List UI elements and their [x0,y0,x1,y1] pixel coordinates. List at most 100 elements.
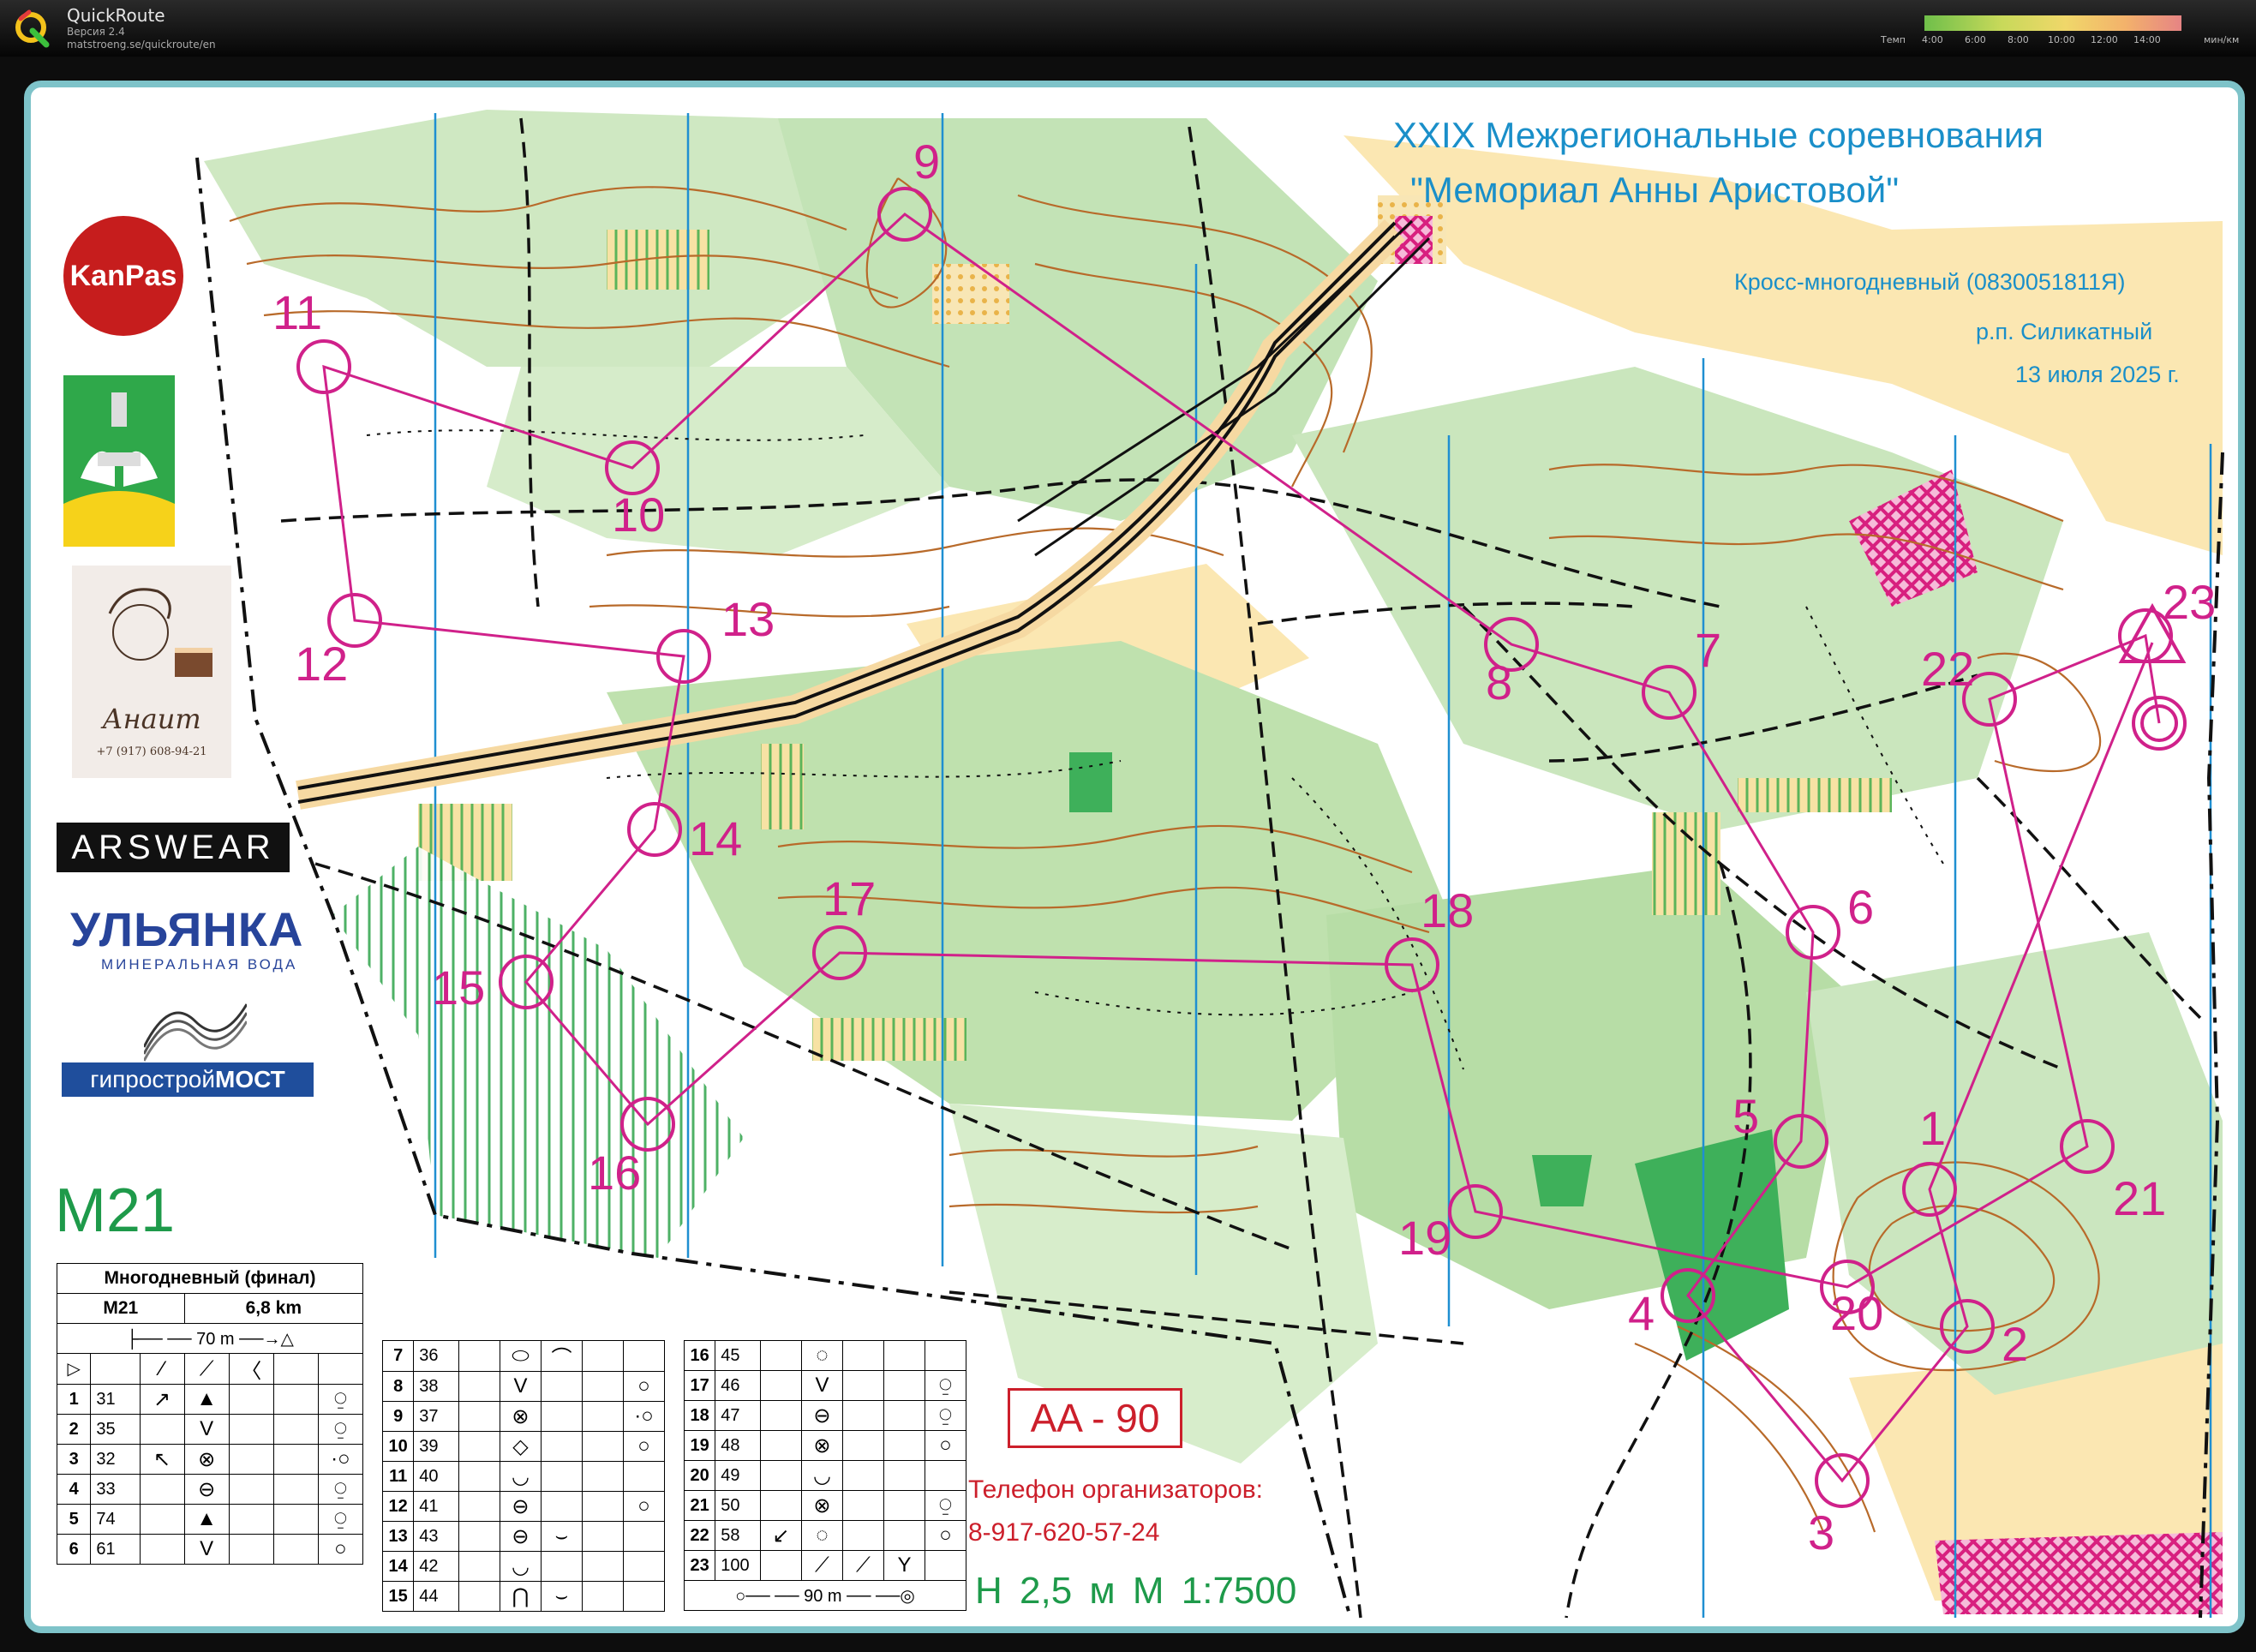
control-number-2: 2 [2002,1317,2028,1371]
path-symbol-icon: ⁄ [139,1353,185,1385]
control-number-15: 15 [432,961,485,1015]
control-symbol-icon [622,1340,666,1372]
control-number: 5 [56,1504,92,1535]
control-number-22: 22 [1921,642,1974,696]
control-symbol-icon: ⌣ [540,1521,583,1552]
control-row: 4 33 ⊖ ⍜ [56,1474,364,1505]
control-number: 7 [381,1340,415,1372]
control-symbol-icon: ○ [924,1430,967,1461]
control-code: 38 [413,1371,459,1402]
control-number-10: 10 [612,488,665,542]
control-description-table-2: 7 36 ⬭ ⌒ 8 38 V ○ 9 37 ⊗ ·○ 10 39 ◇ ○ 11 40 ◡ 12 41 ⊖ ○ 13 43 ⊖ ⌣ 1… [381,1340,666,1612]
pace-unit: мин/км [2204,34,2240,45]
control-rows-1: 1 31 ↗ ▲ ⍜ 2 35 V ⍜ 3 32 ↖ ⊗ ·○ 4 33 ⊖ ⍜ 5 74 ▲ ⍜ 6 61 V ○ [56,1384,364,1565]
control-symbol-icon [581,1371,624,1402]
control-symbol-icon [841,1400,884,1431]
orienteering-map[interactable]: 1 2 3 4 5 6 7 8 9 10 11 12 13 14 15 16 17 18 19 20 21 22 23 XX… [24,81,2245,1633]
control-symbol-icon [759,1550,802,1581]
control-symbol-icon [228,1384,274,1415]
control-row: 23 100 ⟋ ⟋ Y [683,1550,967,1581]
control-rows-2: 7 36 ⬭ ⌒ 8 38 V ○ 9 37 ⊗ ·○ 10 39 ◇ ○ 11 40 ◡ 12 41 ⊖ ○ 13 43 ⊖ ⌣ 1… [381,1340,666,1612]
control-symbol-icon: ↙ [759,1520,802,1551]
control-row: 1 31 ↗ ▲ ⍜ [56,1384,364,1415]
pace-tick: 6:00 [1965,34,1986,45]
control-symbol-icon: ⍜ [924,1370,967,1401]
control-symbol-icon [759,1490,802,1521]
control-symbol-icon: ⟋ [800,1550,843,1581]
control-symbol-icon: ▲ [183,1384,230,1415]
app-url: matstroeng.se/quickroute/en [67,39,216,51]
control-symbol-icon: ◡ [499,1461,542,1492]
control-symbol-icon [272,1414,319,1445]
control-symbol-icon [139,1414,185,1445]
control-number-9: 9 [913,135,940,189]
control-symbol-icon [139,1504,185,1535]
control-code: 40 [413,1461,459,1492]
control-number: 6 [56,1534,92,1565]
anait-phone: +7 (917) 608-94-21 [96,745,207,758]
control-symbol-icon [622,1461,666,1492]
bend-symbol-icon: ⟋ [183,1353,230,1385]
control-code: 58 [715,1520,761,1551]
control-code: 46 [715,1370,761,1401]
control-symbol-icon: ·○ [622,1401,666,1432]
control-symbol-icon [458,1581,500,1612]
control-symbol-icon [581,1340,624,1372]
control-symbol-icon: ⌒ [540,1340,583,1372]
control-number-3: 3 [1808,1505,1834,1559]
control-row: 6 61 V ○ [56,1534,364,1565]
control-row: 7 36 ⬭ ⌒ [381,1340,666,1372]
control-symbol-icon [622,1521,666,1552]
control-symbol-icon: ⍜ [317,1384,364,1415]
arswear-logo: ARSWEAR [57,823,290,872]
control-symbol-icon: ⬭ [499,1340,542,1372]
control-code: 74 [90,1504,141,1535]
control-number-6: 6 [1847,880,1874,934]
control-number: 8 [381,1371,415,1402]
control-code: 48 [715,1430,761,1461]
control-symbol-icon [924,1460,967,1491]
control-symbol-icon [458,1461,500,1492]
anait-logo: Анаит +7 (917) 608-94-21 [72,566,231,778]
event-title-line1: XXIX Межрегиональные соревнования [1393,115,2044,155]
control-symbol-icon: ◌ [800,1520,843,1551]
event-title-line2: "Мемориал Анны Аристовой" [1410,170,1900,210]
control-symbol-icon [924,1550,967,1581]
bridge-wave-icon [144,1003,247,1062]
control-number-11: 11 [272,285,322,339]
control-symbol-icon [759,1460,802,1491]
pace-tick: 4:00 [1922,34,1943,45]
control-symbol-icon [759,1370,802,1401]
control-symbol-icon: ⍜ [924,1400,967,1431]
control-symbol-icon [272,1534,319,1565]
control-symbol-icon: ⋂ [499,1581,542,1612]
pace-tick: 12:00 [2091,34,2118,45]
control-code: 35 [90,1414,141,1445]
control-code: 47 [715,1400,761,1431]
control-number-12: 12 [295,637,348,691]
control-row: 21 50 ⊗ ⍜ [683,1490,967,1521]
control-row: 13 43 ⊖ ⌣ [381,1521,666,1552]
control-symbol-icon: ○ [317,1534,364,1565]
control-number: 1 [56,1384,92,1415]
control-symbol-icon [458,1491,500,1522]
control-symbol-icon: ◌ [800,1340,843,1371]
control-symbol-icon [581,1431,624,1462]
control-row: 19 48 ⊗ ○ [683,1430,967,1461]
control-symbol-icon [759,1430,802,1461]
control-symbol-icon [458,1521,500,1552]
control-symbol-icon [841,1340,884,1371]
control-number: 20 [683,1460,716,1491]
quickroute-logo-icon [15,9,50,48]
control-symbol-icon [228,1444,274,1475]
control-symbol-icon: ⊗ [800,1490,843,1521]
control-symbol-icon [883,1370,925,1401]
control-symbol-icon [458,1371,500,1402]
control-symbol-icon [458,1401,500,1432]
control-number: 2 [56,1414,92,1445]
map-id-label: AA - 90 [1008,1388,1182,1448]
control-row: 17 46 V ⍜ [683,1370,967,1401]
ulyanka-subtitle: МИНЕРАЛЬНАЯ ВОДА [101,956,298,973]
control-symbol-icon [458,1551,500,1582]
control-number-19: 19 [1398,1211,1451,1265]
